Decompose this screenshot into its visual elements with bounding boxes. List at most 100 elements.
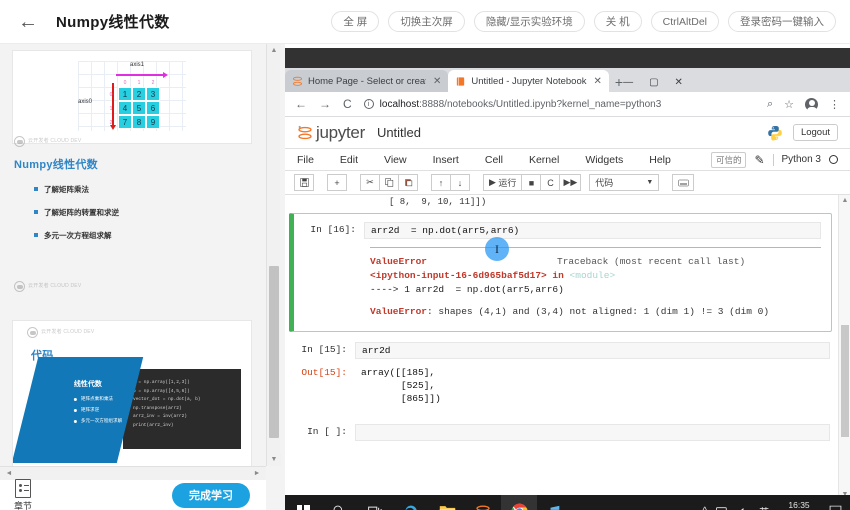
numpy-axis-figure: axis1 axis0 0 1 2 0 1 2 1 2 3 4 5 6 7 8 … [78, 61, 186, 131]
browser-tab-home[interactable]: Home Page - Select or create ✕ [285, 70, 449, 92]
scroll-down-arrow-icon[interactable]: ▼ [267, 453, 281, 466]
matrix-cell: 4 [118, 101, 132, 115]
edge-button[interactable] [393, 495, 429, 510]
cell-type-select[interactable]: 代码 ▼ [589, 174, 660, 191]
scrollbar-thumb[interactable] [269, 266, 279, 438]
insert-cell-button[interactable]: + [327, 174, 347, 191]
error-type: ValueError [370, 306, 428, 318]
code-input-area[interactable]: arr2d = np.dot(arr5,arr6) [364, 222, 821, 239]
jupyter-notebook-page: jupyter Untitled Logout File Edit View I… [285, 117, 850, 500]
matrix-cell: 2 [132, 87, 146, 101]
toggle-lab-env-button[interactable]: 隐藏/显示实验环境 [473, 11, 585, 32]
scrollbar-thumb[interactable] [841, 325, 849, 437]
menu-insert[interactable]: Insert [433, 154, 459, 166]
cut-button[interactable]: ✂ [360, 174, 380, 191]
address-bar[interactable]: i localhost:8888/notebooks/Untitled.ipyn… [363, 95, 755, 113]
move-cell-up-button[interactable]: ↑ [431, 174, 451, 191]
menu-help[interactable]: Help [649, 154, 671, 166]
browser-forward-icon[interactable]: → [319, 97, 331, 111]
chrome-button[interactable] [501, 495, 537, 510]
menu-widgets[interactable]: Widgets [585, 154, 623, 166]
file-explorer-button[interactable] [429, 495, 465, 510]
notebook-cell-area[interactable]: [ 8, 9, 10, 11]]) In [16]: arr2d = np.do… [285, 195, 850, 500]
traceback-header: ValueError Traceback (most recent call la… [370, 255, 821, 269]
courseware-horizontal-scrollbar[interactable]: ◄ ► [0, 466, 266, 481]
start-button[interactable] [285, 495, 321, 510]
chrome-menu-icon[interactable]: ⋮ [829, 98, 840, 111]
zoom-icon[interactable]: ⌕ [767, 98, 773, 111]
new-tab-button[interactable]: + [615, 74, 623, 90]
cell-body: array([[185], [525], [865]]) [355, 365, 830, 405]
notebook-favicon [457, 76, 465, 86]
network-icon[interactable] [716, 506, 729, 510]
traceback-label: Traceback (most recent call last) [557, 256, 746, 267]
move-group: ↑ ↓ [431, 174, 470, 191]
python-logo-icon [768, 125, 782, 141]
courseware-bottom-bar: 章节 完成学习 [0, 478, 266, 510]
courseware-scroll-area[interactable]: axis1 axis0 0 1 2 0 1 2 1 2 3 4 5 6 7 8 … [0, 44, 266, 466]
menu-cell[interactable]: Cell [485, 154, 503, 166]
menu-file[interactable]: File [297, 154, 314, 166]
scroll-up-arrow-icon[interactable]: ▲ [839, 195, 850, 206]
jupyter-console-button[interactable] [465, 495, 501, 510]
file-explorer-icon [439, 506, 455, 510]
paste-button[interactable] [398, 174, 418, 191]
close-window-icon[interactable]: ✕ [675, 77, 683, 88]
store-button[interactable] [537, 495, 573, 510]
bookmark-star-icon[interactable]: ☆ [784, 98, 794, 111]
scroll-right-arrow-icon[interactable]: ► [250, 466, 264, 481]
clock[interactable]: 16:35 2019/11/20 [778, 500, 820, 510]
notebook-cell-empty[interactable]: In [ ]: [285, 410, 850, 445]
run-cell-button[interactable]: ▶ 运行 [483, 174, 523, 191]
interrupt-kernel-button[interactable]: ■ [521, 174, 542, 191]
ctrl-alt-del-button[interactable]: CtrlAltDel [650, 11, 719, 32]
watermark-logo: 云开发者 CLOUD DEV [14, 136, 81, 147]
site-info-icon[interactable]: i [363, 99, 374, 109]
move-cell-down-button[interactable]: ↓ [450, 174, 470, 191]
paste-icon [404, 179, 412, 187]
tab-close-icon[interactable]: ✕ [594, 76, 602, 87]
notebook-scrollbar[interactable]: ▲ ▼ [838, 195, 850, 500]
menu-kernel[interactable]: Kernel [529, 154, 559, 166]
autofill-password-button[interactable]: 登录密码一键输入 [728, 11, 836, 32]
menu-edit[interactable]: Edit [340, 154, 358, 166]
copy-button[interactable] [379, 174, 399, 191]
save-button[interactable] [294, 174, 314, 191]
jupyter-logo[interactable]: jupyter [297, 123, 365, 143]
notification-icon[interactable] [829, 505, 842, 510]
courseware-vertical-scrollbar[interactable]: ▲ ▼ [266, 44, 281, 466]
code-slide-bullets: 矩阵点乘和乘法 矩阵求逆 多元一次方程组求解 [74, 396, 135, 424]
browser-tab-notebook[interactable]: Untitled - Jupyter Notebook ✕ [448, 70, 609, 92]
finish-study-button[interactable]: 完成学习 [172, 482, 250, 508]
notebook-name[interactable]: Untitled [377, 125, 421, 140]
command-palette-button[interactable] [672, 174, 695, 191]
back-arrow-icon[interactable]: ← [8, 12, 48, 32]
code-input-area[interactable] [355, 423, 830, 441]
code-input-area[interactable]: arr2d [355, 342, 830, 360]
switch-screen-button[interactable]: 切换主次屏 [388, 11, 465, 32]
matrix-cell: 1 [118, 87, 132, 101]
minimize-icon[interactable]: — [623, 77, 633, 88]
notebook-cell[interactable]: In [15]: arr2d [285, 332, 850, 363]
taskbar-search-button[interactable] [321, 495, 357, 510]
menu-view[interactable]: View [384, 154, 407, 166]
task-view-button[interactable] [357, 495, 393, 510]
scroll-up-arrow-icon[interactable]: ▲ [267, 44, 281, 57]
profile-avatar-icon[interactable] [805, 97, 818, 111]
restart-kernel-button[interactable]: C [540, 174, 561, 191]
tray-expand-icon[interactable]: ^ [702, 506, 707, 510]
notebook-cell-selected[interactable]: In [16]: arr2d = np.dot(arr5,arr6) Value… [289, 213, 832, 333]
tab-close-icon[interactable]: ✕ [433, 76, 441, 87]
browser-back-icon[interactable]: ← [295, 97, 307, 111]
shutdown-button[interactable]: 关 机 [593, 11, 642, 32]
logout-button[interactable]: Logout [792, 124, 838, 141]
ime-indicator[interactable]: 英 [759, 504, 769, 510]
fullscreen-button[interactable]: 全 屏 [331, 11, 380, 32]
maximize-icon[interactable]: ▢ [649, 77, 658, 88]
browser-reload-icon[interactable]: C [343, 97, 352, 111]
edge-icon [405, 505, 417, 510]
divider [772, 153, 774, 166]
chapter-button[interactable]: 章节 [14, 478, 32, 510]
restart-and-run-all-button[interactable]: ▶▶ [559, 174, 582, 191]
volume-icon[interactable] [738, 506, 750, 510]
